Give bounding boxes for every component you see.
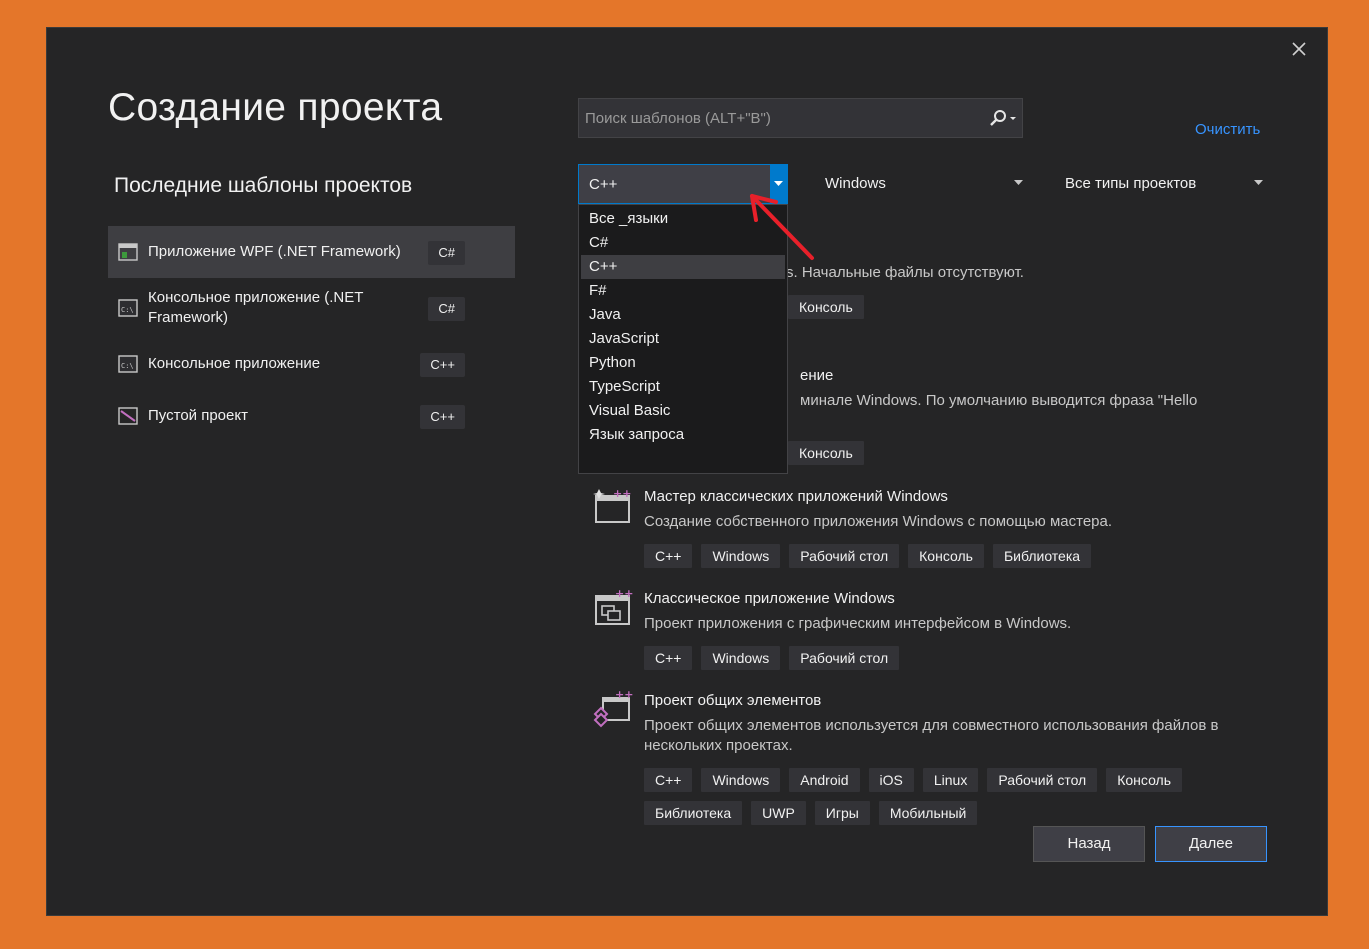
search-icon (990, 110, 1016, 126)
language-badge: C++ (420, 405, 465, 429)
console-app-icon: C:\ (118, 299, 138, 317)
next-button[interactable]: Далее (1155, 826, 1267, 862)
svg-text:++: ++ (615, 588, 633, 600)
language-filter-value: C++ (589, 176, 618, 193)
language-option[interactable]: Visual Basic (581, 399, 785, 423)
wpf-app-icon (118, 243, 138, 261)
close-icon (1292, 42, 1306, 56)
recent-item-label: Приложение WPF (.NET Framework) (148, 243, 401, 260)
search-input[interactable] (579, 99, 979, 137)
template-tags: C++ Windows Рабочий стол Консоль Библиот… (644, 544, 1244, 568)
language-option[interactable]: Python (581, 351, 785, 375)
svg-text:++: ++ (615, 690, 633, 701)
template-name: Мастер классических приложений Windows (644, 488, 948, 505)
template-name: ение (800, 367, 834, 384)
template-name: Классическое приложение Windows (644, 590, 895, 607)
template-tags: C++ Windows Рабочий стол (644, 646, 1244, 670)
console-app-icon: C:\ (118, 355, 138, 373)
template-tags: C++ Windows Android iOS Linux Рабочий ст… (644, 768, 1214, 825)
desktop-app-icon: ++ (595, 588, 633, 625)
tag: Консоль (1106, 768, 1183, 792)
tag: Консоль (788, 441, 864, 465)
chevron-down-icon (1014, 180, 1023, 185)
tag: Игры (814, 801, 870, 825)
tag: C++ (644, 544, 693, 568)
tag: C++ (644, 768, 693, 792)
tag: Мобильный (878, 801, 978, 825)
tag: Windows (701, 768, 781, 792)
tag: Linux (922, 768, 979, 792)
tag: Консоль (908, 544, 984, 568)
recent-item-console-app[interactable]: C:\ Консольное приложение C++ (108, 338, 515, 390)
chevron-down-icon (1254, 180, 1263, 185)
shared-items-icon: ++ (593, 690, 633, 728)
language-option[interactable]: JavaScript (581, 327, 785, 351)
template-name: Проект общих элементов (644, 692, 822, 709)
tag: UWP (751, 801, 806, 825)
recent-item-console-app-net[interactable]: C:\ Консольное приложение (.NET Framewor… (108, 278, 515, 338)
recent-item-label: Консольное приложение (.NET Framework) (148, 289, 364, 326)
desktop-wizard-icon: ++ (593, 487, 631, 523)
language-badge: C# (428, 297, 465, 321)
recent-item-label: Пустой проект (148, 407, 248, 424)
tag: Консоль (788, 295, 864, 319)
language-badge: C++ (420, 353, 465, 377)
recent-templates-title: Последние шаблоны проектов (114, 174, 413, 197)
annotation-arrow-icon (750, 194, 814, 260)
language-badge: C# (428, 241, 465, 265)
language-option[interactable]: TypeScript (581, 375, 785, 399)
project-type-filter-value: Все типы проектов (1065, 175, 1197, 192)
tag: Windows (701, 544, 781, 568)
template-search (578, 98, 1023, 138)
template-description: Проект приложения с графическим интерфей… (644, 615, 1072, 632)
template-description: Создание собственного приложения Windows… (644, 513, 1113, 530)
svg-text:C:\: C:\ (121, 362, 134, 370)
language-option[interactable]: Java (581, 303, 785, 327)
tag: Рабочий стол (789, 646, 900, 670)
svg-text:++: ++ (613, 487, 631, 500)
language-option[interactable]: Язык запроса (581, 423, 785, 447)
tag: Библиотека (644, 801, 743, 825)
tag: Windows (701, 646, 781, 670)
tag: Библиотека (992, 544, 1092, 568)
recent-item-wpf-app[interactable]: Приложение WPF (.NET Framework) C# (108, 226, 515, 278)
empty-project-icon (118, 407, 138, 425)
svg-text:C:\: C:\ (121, 306, 134, 314)
clear-filters-link[interactable]: Очистить (1195, 121, 1260, 138)
tag: Android (789, 768, 860, 792)
tag: C++ (644, 646, 693, 670)
recent-templates-list: Приложение WPF (.NET Framework) C# C:\ К… (108, 226, 515, 442)
language-option[interactable]: F# (581, 279, 785, 303)
template-description: минале Windows. По умолчанию выводится ф… (800, 392, 1198, 409)
tag: iOS (868, 768, 914, 792)
project-type-filter-select[interactable]: Все типы проектов (1055, 164, 1267, 204)
tag: Рабочий стол (789, 544, 900, 568)
template-description: Проект общих элементов используется для … (644, 717, 1219, 754)
search-button[interactable] (986, 109, 1018, 129)
tag: Рабочий стол (987, 768, 1098, 792)
close-button[interactable] (1289, 39, 1309, 59)
create-project-dialog: Создание проекта Последние шаблоны проек… (46, 27, 1328, 916)
recent-item-label: Консольное приложение (148, 355, 321, 372)
page-title: Создание проекта (108, 86, 443, 129)
back-button[interactable]: Назад (1033, 826, 1145, 862)
platform-filter-select[interactable]: Windows (815, 164, 1027, 204)
recent-item-empty-project[interactable]: Пустой проект C++ (108, 390, 515, 442)
platform-filter-value: Windows (825, 175, 886, 192)
